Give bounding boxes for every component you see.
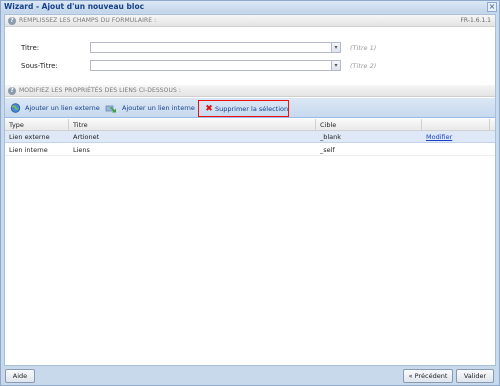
titre-label: Titre: bbox=[21, 44, 40, 52]
delete-icon: ✖ bbox=[205, 104, 213, 114]
delete-selection-button[interactable]: ✖ Supprimer la sélection bbox=[198, 100, 289, 117]
column-header-cible[interactable]: Cible bbox=[316, 119, 422, 131]
modifier-link[interactable]: Modifier bbox=[422, 131, 452, 143]
add-link-icon bbox=[105, 103, 117, 113]
delete-selection-label: Supprimer la sélection bbox=[215, 105, 289, 113]
cell-titre: Artionet bbox=[73, 133, 100, 141]
column-header-titre[interactable]: Titre bbox=[69, 119, 316, 131]
form-section-header: ? REMPLISSEZ LES CHAMPS DU FORMULAIRE : … bbox=[5, 15, 495, 27]
close-icon[interactable]: × bbox=[487, 2, 497, 12]
row-action bbox=[422, 144, 426, 156]
links-section-header: ? MODIFIEZ LES PROPRIÉTÉS DES LIENS CI-D… bbox=[5, 85, 495, 97]
sous-titre-combo[interactable]: ▾ bbox=[90, 60, 341, 71]
links-grid: Type Titre Cible Lien externe Artionet _… bbox=[5, 119, 495, 365]
table-row[interactable]: Lien externe Artionet _blank Modifier bbox=[5, 131, 495, 143]
window-title: Wizard - Ajout d'un nouveau bloc bbox=[4, 2, 145, 11]
cell-cible: _blank bbox=[320, 133, 342, 141]
add-internal-link-button[interactable]: Ajouter un lien interne bbox=[105, 101, 195, 115]
chevron-down-icon[interactable]: ▾ bbox=[331, 43, 340, 52]
column-header-type[interactable]: Type bbox=[5, 119, 69, 131]
column-header-action bbox=[422, 119, 490, 131]
table-row[interactable]: Lien interne Liens _self bbox=[5, 144, 495, 156]
cell-type: Lien interne bbox=[9, 146, 48, 154]
grid-header: Type Titre Cible bbox=[5, 119, 495, 131]
titre-combo[interactable]: ▾ bbox=[90, 42, 341, 53]
titre-hint: (Titre 1) bbox=[350, 44, 377, 52]
wizard-footer: Aide « Précédent Valider bbox=[1, 367, 499, 385]
help-button[interactable]: Aide bbox=[5, 369, 35, 383]
cell-type: Lien externe bbox=[9, 133, 50, 141]
cell-titre: Liens bbox=[73, 146, 90, 154]
add-internal-link-label: Ajouter un lien interne bbox=[122, 104, 195, 112]
links-section-title: MODIFIEZ LES PROPRIÉTÉS DES LIENS CI-DES… bbox=[19, 87, 182, 94]
globe-icon bbox=[9, 103, 21, 113]
chevron-down-icon[interactable]: ▾ bbox=[331, 61, 340, 70]
column-header-spacer bbox=[490, 119, 495, 131]
add-external-link-label: Ajouter un lien externe bbox=[25, 104, 100, 112]
validate-button[interactable]: Valider bbox=[456, 369, 494, 383]
wizard-window: Wizard - Ajout d'un nouveau bloc × ? REM… bbox=[0, 0, 500, 386]
help-icon: ? bbox=[8, 17, 16, 25]
version-label: FR-1.6.1.1 bbox=[460, 17, 491, 24]
form-section-title: REMPLISSEZ LES CHAMPS DU FORMULAIRE : bbox=[19, 17, 157, 24]
add-external-link-button[interactable]: Ajouter un lien externe bbox=[9, 101, 100, 115]
cell-cible: _self bbox=[320, 146, 335, 154]
help-icon: ? bbox=[8, 87, 16, 95]
sous-titre-label: Sous-Titre: bbox=[21, 62, 58, 70]
links-toolbar: Ajouter un lien externe Ajouter un lien … bbox=[5, 98, 495, 118]
previous-button[interactable]: « Précédent bbox=[403, 369, 453, 383]
window-titlebar[interactable]: Wizard - Ajout d'un nouveau bloc × bbox=[1, 1, 499, 13]
wizard-content: ? REMPLISSEZ LES CHAMPS DU FORMULAIRE : … bbox=[4, 14, 496, 366]
sous-titre-hint: (Titre 2) bbox=[350, 62, 377, 70]
